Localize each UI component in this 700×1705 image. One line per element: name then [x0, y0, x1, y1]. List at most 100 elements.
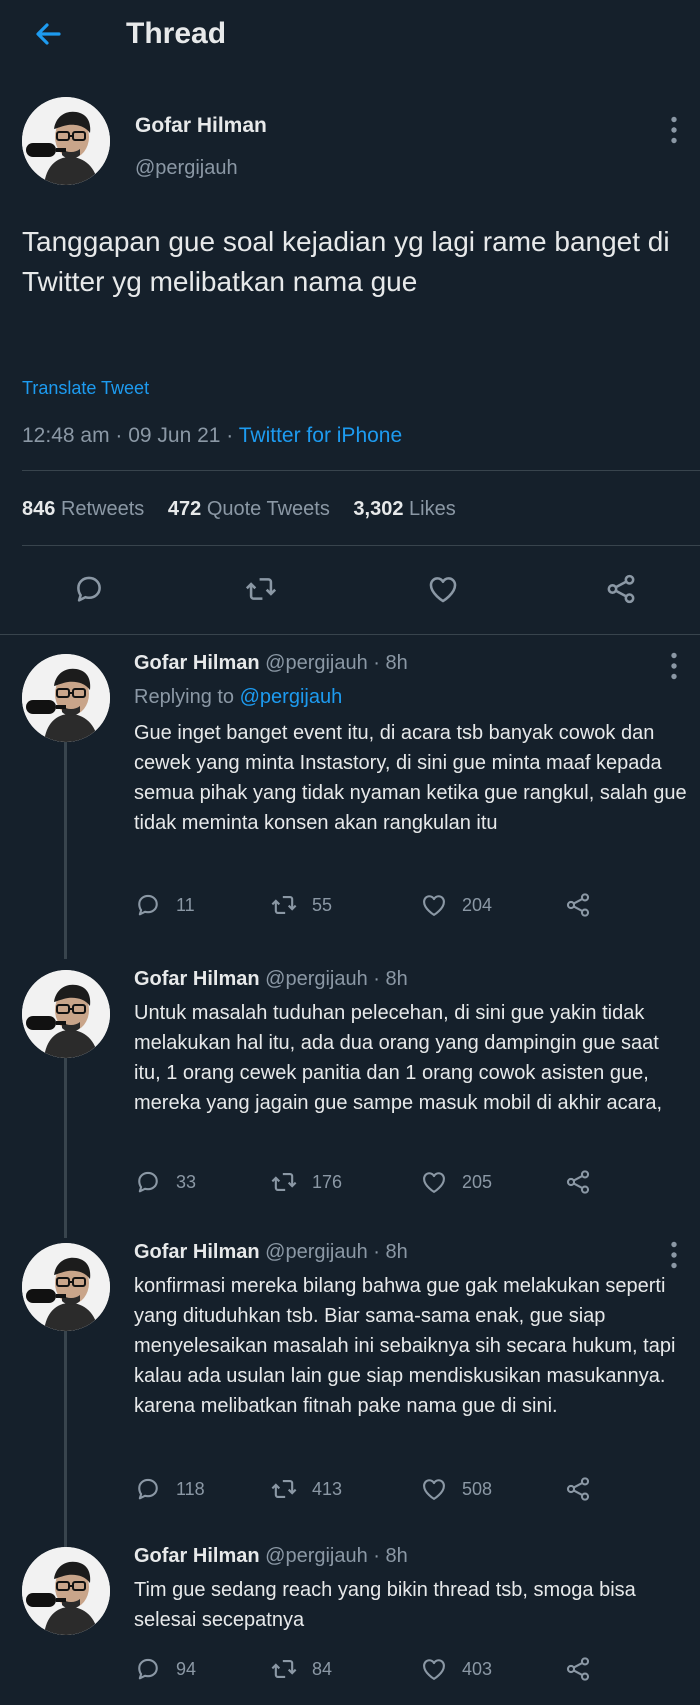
like-button[interactable]: 204	[420, 891, 492, 919]
like-icon	[420, 1655, 448, 1683]
like-icon	[420, 1475, 448, 1503]
avatar-image	[22, 654, 110, 742]
author-name[interactable]: Gofar Hilman	[134, 1545, 260, 1567]
page-title: Thread	[126, 17, 227, 50]
top-bar: Thread	[0, 0, 700, 66]
reply-button[interactable]: 94	[134, 1655, 196, 1683]
like-button[interactable]: 508	[420, 1475, 492, 1503]
more-icon[interactable]	[664, 648, 684, 684]
share-button[interactable]	[564, 1655, 592, 1683]
share-button[interactable]	[564, 1475, 592, 1503]
author-handle[interactable]: @pergijauh · 8h	[265, 652, 408, 674]
reply-count: 33	[176, 1171, 197, 1192]
like-count: 205	[462, 1171, 493, 1192]
like-count: 204	[462, 894, 493, 915]
retweet-count: 176	[312, 1171, 343, 1192]
share-icon	[564, 1655, 592, 1683]
author-name[interactable]: Gofar Hilman	[134, 968, 260, 990]
retweet-count: 413	[312, 1478, 343, 1499]
retweet-icon	[270, 1475, 298, 1503]
like-button[interactable]: 205	[420, 1168, 492, 1196]
back-arrow-icon[interactable]	[28, 14, 68, 54]
author-handle[interactable]: @pergijauh	[135, 157, 238, 180]
avatar-image	[22, 97, 110, 185]
retweet-icon	[270, 891, 298, 919]
translate-tweet-link[interactable]: Translate Tweet	[22, 378, 149, 399]
like-count: 403	[462, 1658, 493, 1679]
author-name[interactable]: Gofar Hilman	[134, 1241, 260, 1263]
likes-stat[interactable]: 3,302 Likes	[353, 498, 455, 520]
reply-action-bar: 94 84 403	[134, 1655, 614, 1689]
reply-button[interactable]: 118	[134, 1475, 205, 1503]
reply-count: 11	[176, 894, 195, 915]
retweet-button[interactable]: 84	[270, 1655, 332, 1683]
replying-to-link[interactable]: @pergijauh	[240, 686, 343, 708]
avatar-image	[22, 970, 110, 1058]
thread-line	[64, 1331, 67, 1551]
avatar[interactable]	[22, 970, 110, 1058]
avatar[interactable]	[22, 1243, 110, 1331]
avatar[interactable]	[22, 1547, 110, 1635]
tweet-text: Gue inget banget event itu, di acara tsb…	[134, 722, 687, 834]
reply-icon[interactable]	[72, 572, 106, 606]
thread-line	[64, 1058, 67, 1238]
author-handle[interactable]: @pergijauh · 8h	[265, 968, 408, 990]
author-name[interactable]: Gofar Hilman	[135, 114, 267, 138]
share-icon	[564, 1168, 592, 1196]
avatar[interactable]	[22, 654, 110, 742]
reply-count: 118	[176, 1478, 205, 1499]
retweet-button[interactable]: 176	[270, 1168, 342, 1196]
main-action-bar	[0, 572, 700, 612]
retweet-icon	[270, 1168, 298, 1196]
tweet-timestamp: 12:48 am · 09 Jun 21 ·	[22, 424, 239, 447]
author-handle[interactable]: @pergijauh · 8h	[265, 1241, 408, 1263]
reply-action-bar: 118 413 508	[134, 1475, 614, 1509]
retweet-button[interactable]: 413	[270, 1475, 342, 1503]
replying-to: Replying to @pergijauh	[134, 686, 343, 708]
tweet-text: Untuk masalah tuduhan pelecehan, di sini…	[134, 1002, 663, 1114]
share-icon[interactable]	[604, 572, 638, 606]
retweet-button[interactable]: 55	[270, 891, 332, 919]
retweets-stat[interactable]: 846 Retweets	[22, 498, 144, 520]
reply-action-bar: 11 55 204	[134, 891, 614, 925]
quotes-stat[interactable]: 472 Quote Tweets	[168, 498, 330, 520]
divider	[22, 470, 700, 471]
tweet-source-link[interactable]: Twitter for iPhone	[239, 424, 402, 447]
reply-button[interactable]: 11	[134, 891, 195, 919]
author-name[interactable]: Gofar Hilman	[134, 652, 260, 674]
retweet-count: 84	[312, 1658, 333, 1679]
reply-icon	[134, 1655, 162, 1683]
like-button[interactable]: 403	[420, 1655, 492, 1683]
reply-icon	[134, 891, 162, 919]
more-icon[interactable]	[664, 1237, 684, 1273]
reply-header: Gofar Hilman @pergijauh · 8h	[134, 652, 408, 675]
reply-header: Gofar Hilman @pergijauh · 8h	[134, 968, 408, 991]
engagement-stats: 846 Retweets 472 Quote Tweets 3,302 Like…	[22, 498, 456, 521]
tweet-text: Tanggapan gue soal kejadian yg lagi rame…	[22, 226, 670, 297]
retweet-icon[interactable]	[244, 572, 278, 606]
more-icon[interactable]	[664, 112, 684, 148]
thread-line	[64, 742, 67, 959]
avatar[interactable]	[22, 97, 110, 185]
share-button[interactable]	[564, 891, 592, 919]
tweet-text: Tim gue sedang reach yang bikin thread t…	[134, 1579, 636, 1631]
tweet-meta: 12:48 am · 09 Jun 21 · Twitter for iPhon…	[22, 424, 402, 448]
share-button[interactable]	[564, 1168, 592, 1196]
reply-action-bar: 33 176 205	[134, 1168, 614, 1202]
avatar-image	[22, 1243, 110, 1331]
reply-icon	[134, 1475, 162, 1503]
divider	[22, 545, 700, 546]
retweet-icon	[270, 1655, 298, 1683]
like-icon	[420, 1168, 448, 1196]
avatar-image	[22, 1547, 110, 1635]
tweet-text: konfirmasi mereka bilang bahwa gue gak m…	[134, 1275, 676, 1417]
reply-button[interactable]: 33	[134, 1168, 196, 1196]
reply-header: Gofar Hilman @pergijauh · 8h	[134, 1241, 408, 1264]
author-handle[interactable]: @pergijauh · 8h	[265, 1545, 408, 1567]
like-count: 508	[462, 1478, 493, 1499]
divider	[0, 634, 700, 635]
share-icon	[564, 891, 592, 919]
like-icon[interactable]	[426, 572, 460, 606]
reply-count: 94	[176, 1658, 197, 1679]
like-icon	[420, 891, 448, 919]
